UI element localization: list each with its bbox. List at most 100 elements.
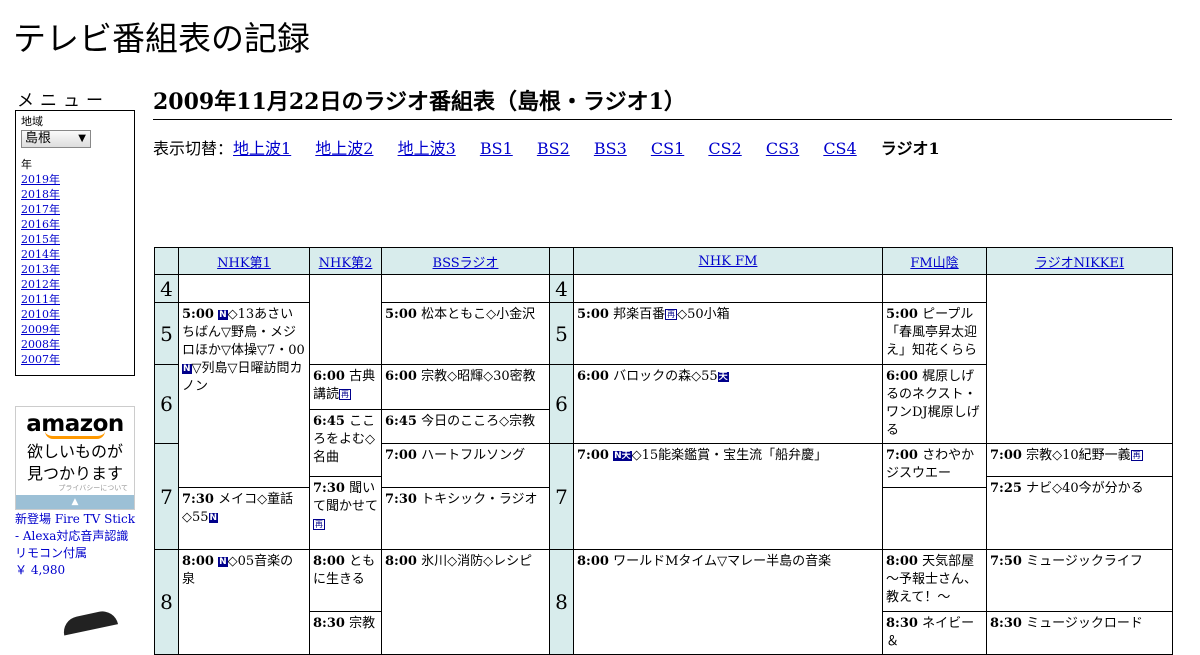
program-time: 7:50 xyxy=(990,554,1022,569)
program-time: 8:00 xyxy=(182,554,214,569)
year-link-2019[interactable]: 2019年 xyxy=(21,172,129,187)
program-title: 宗教 xyxy=(349,616,376,631)
channel-header-nikkei: ラジオNIKKEI xyxy=(986,247,1173,275)
year-link-2007[interactable]: 2007年 xyxy=(21,352,129,367)
program-cell[interactable]: 6:45 こころをよむ◇名曲 xyxy=(309,409,382,477)
channel-link-fmsanin[interactable]: FM山陰 xyxy=(910,256,958,271)
program-cell[interactable]: 8:00 ワールドMタイム▽マレー半島の音楽 xyxy=(573,549,883,655)
hour-cell: 8 xyxy=(154,549,179,655)
program-title: 今日のこころ◇宗教 xyxy=(421,414,536,429)
program-cell[interactable]: 5:00 ピープル「春風亭昇太迎え」知花くらら xyxy=(882,302,987,365)
channel-link-nhk2[interactable]: NHK第2 xyxy=(319,256,373,271)
year-link-2014[interactable]: 2014年 xyxy=(21,247,129,262)
program-cell[interactable]: 8:00 天気部屋～予報士さん、教えて！～ xyxy=(882,549,987,612)
program-cell[interactable]: 5:00 松本ともこ◇小金沢 xyxy=(381,302,550,365)
year-list: 年 2019年 2018年 2017年 2016年 2015年 2014年 20… xyxy=(21,158,129,367)
program-title: 氷川◇消防◇レシピ xyxy=(421,554,533,569)
menu-title: メニュー xyxy=(17,91,109,111)
menu-box: 地域 島根 ▼ 年 2019年 2018年 2017年 2016年 2015年 … xyxy=(15,110,135,376)
program-cell[interactable]: 6:00 宗教◇昭輝◇30密教 xyxy=(381,364,550,410)
program-title: ◇15能楽鑑賞・宝生流「船弁慶」 xyxy=(631,448,828,463)
ad-copy: 欲しいものが 見つかります xyxy=(16,441,134,485)
year-link-2009[interactable]: 2009年 xyxy=(21,322,129,337)
year-link-2018[interactable]: 2018年 xyxy=(21,187,129,202)
program-cell[interactable]: 6:00 バロックの森◇55天 xyxy=(573,364,883,444)
program-cell[interactable]: 8:30 ネイビー＆ xyxy=(882,611,987,655)
switch-cs1[interactable]: CS1 xyxy=(651,139,684,158)
year-link-2015[interactable]: 2015年 xyxy=(21,232,129,247)
program-cell[interactable]: 7:30 聞いて聞かせて再 xyxy=(309,476,382,550)
program-cell[interactable]: 7:00 N天◇15能楽鑑賞・宝生流「船弁慶」 xyxy=(573,443,883,550)
region-select[interactable]: 島根 ▼ xyxy=(21,130,91,148)
ad-collapse-bar[interactable]: ▲ xyxy=(16,495,134,509)
program-time: 6:00 xyxy=(385,369,417,384)
channel-link-bss[interactable]: BSSラジオ xyxy=(433,256,499,271)
program-cell-empty xyxy=(573,274,883,303)
switch-bs2[interactable]: BS2 xyxy=(537,139,570,158)
program-cell[interactable]: 6:00 古典講読再 xyxy=(309,364,382,410)
channel-link-nhkfm[interactable]: NHK FM xyxy=(699,254,758,269)
switch-chijoha1[interactable]: 地上波1 xyxy=(233,139,291,158)
program-cell[interactable]: 8:00 N◇05音楽の泉 xyxy=(178,549,310,655)
amazon-ad-banner[interactable]: amazon 欲しいものが 見つかります プライバシーについて ▲ xyxy=(15,406,135,510)
year-link-2011[interactable]: 2011年 xyxy=(21,292,129,307)
hour-cell: 5 xyxy=(549,302,574,365)
switch-bs1[interactable]: BS1 xyxy=(480,139,513,158)
program-cell[interactable]: 8:30 宗教 xyxy=(309,611,382,655)
ad-copy-line2: 見つかります xyxy=(26,464,123,483)
program-cell[interactable]: 5:00 N◇13あさいちばん▽野鳥・メジロほか▽体操▽7・00N▽列島▽日曜訪… xyxy=(178,302,310,488)
hour-cell: 6 xyxy=(154,364,179,444)
channel-link-nhk1[interactable]: NHK第1 xyxy=(217,256,271,271)
program-time: 7:00 xyxy=(385,448,417,463)
program-cell[interactable]: 7:00 ハートフルソング xyxy=(381,443,550,488)
program-cell[interactable]: 6:00 梶原しげるのネクスト・ワンDJ梶原しげる xyxy=(882,364,987,444)
year-link-2016[interactable]: 2016年 xyxy=(21,217,129,232)
program-title-cont: ▽列島▽日曜訪問カノン xyxy=(182,361,303,394)
rerun-badge-icon: 再 xyxy=(1130,450,1143,461)
switch-bs3[interactable]: BS3 xyxy=(594,139,627,158)
year-link-2008[interactable]: 2008年 xyxy=(21,337,129,352)
switch-chijoha2[interactable]: 地上波2 xyxy=(315,139,373,158)
fire-stick-remote-image[interactable] xyxy=(60,608,119,636)
year-link-2010[interactable]: 2010年 xyxy=(21,307,129,322)
program-time: 7:25 xyxy=(990,481,1022,496)
program-cell[interactable]: 5:00 邦楽百番再 ◇50小箱 xyxy=(573,302,883,365)
program-time: 5:00 xyxy=(577,307,609,322)
page-heading: 2009年11月22日のラジオ番組表（島根・ラジオ1） xyxy=(153,84,1172,120)
program-cell[interactable]: 7:25 ナビ◇40今が分かる xyxy=(986,476,1173,550)
ad-product-title[interactable]: 新登場 Fire TV Stick - Alexa対応音声認識リモコン付属 xyxy=(15,512,135,560)
program-cell[interactable]: 7:30 メイコ◇童話◇55N xyxy=(178,487,310,550)
news-badge-icon: N xyxy=(218,310,228,320)
hour-cell: 8 xyxy=(549,549,574,655)
hour-cell: 5 xyxy=(154,302,179,365)
switch-cs3[interactable]: CS3 xyxy=(766,139,799,158)
program-time: 7:30 xyxy=(385,492,417,507)
program-title: ナビ◇40今が分かる xyxy=(1026,481,1144,496)
year-link-2017[interactable]: 2017年 xyxy=(21,202,129,217)
program-time: 6:45 xyxy=(385,414,417,429)
program-cell[interactable]: 6:45 今日のこころ◇宗教 xyxy=(381,409,550,444)
switch-cs4[interactable]: CS4 xyxy=(823,139,856,158)
program-cell[interactable]: 8:00 氷川◇消防◇レシピ xyxy=(381,549,550,655)
program-cell[interactable]: 7:00 宗教◇10紀野一義再 xyxy=(986,443,1173,477)
program-cell[interactable]: 7:00 さわやかジスウエー xyxy=(882,443,987,488)
program-time: 7:00 xyxy=(886,448,918,463)
program-cell[interactable]: 8:00 ともに生きる xyxy=(309,549,382,612)
program-title: 宗教◇10紀野一義 xyxy=(1026,448,1131,463)
program-title: 邦楽百番 xyxy=(613,307,666,322)
rerun-badge-icon: 再 xyxy=(665,309,678,320)
switch-chijoha3[interactable]: 地上波3 xyxy=(398,139,456,158)
view-switcher: 表示切替：地上波1 地上波2 地上波3 BS1 BS2 BS3 CS1 CS2 … xyxy=(153,135,940,159)
hour-header xyxy=(549,247,574,275)
year-link-2012[interactable]: 2012年 xyxy=(21,277,129,292)
switch-cs2[interactable]: CS2 xyxy=(708,139,741,158)
program-cell[interactable]: 8:30 ミュージックロード xyxy=(986,611,1173,655)
program-cell[interactable]: 7:50 ミュージックライフ xyxy=(986,549,1173,612)
program-cell[interactable]: 7:30 トキシック・ラジオ xyxy=(381,487,550,550)
program-cell-empty xyxy=(381,274,550,303)
ad-product-price[interactable]: ￥ 4,980 xyxy=(15,562,140,579)
ad-product[interactable]: 新登場 Fire TV Stick - Alexa対応音声認識リモコン付属 ￥ … xyxy=(15,511,140,579)
channel-link-nikkei[interactable]: ラジオNIKKEI xyxy=(1035,256,1124,271)
year-link-2013[interactable]: 2013年 xyxy=(21,262,129,277)
site-title: テレビ番組表の記録 xyxy=(13,19,310,58)
